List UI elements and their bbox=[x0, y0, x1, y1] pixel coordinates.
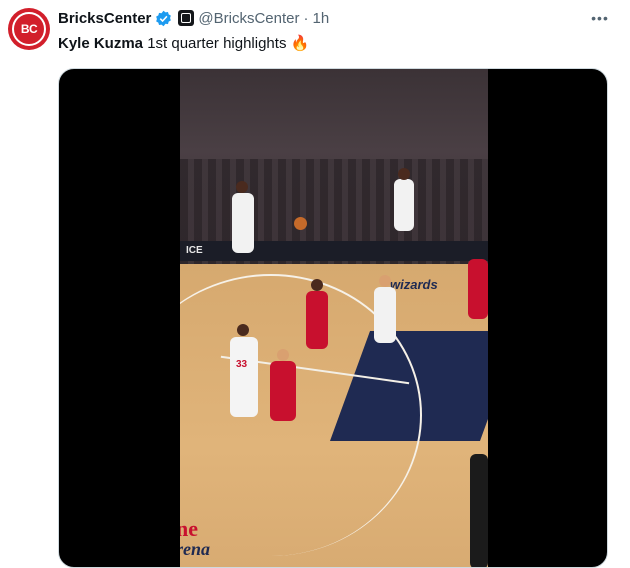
more-horizontal-icon[interactable]: ••• bbox=[588, 6, 612, 30]
referee bbox=[470, 454, 488, 567]
arena-brand-line2: rena bbox=[180, 539, 211, 559]
timestamp[interactable]: 1h bbox=[312, 10, 329, 27]
tweet-text: Kyle Kuzma 1st quarter highlights 🔥 bbox=[58, 34, 309, 52]
tweet-header: BricksCenter @BricksCenter · 1h bbox=[58, 8, 329, 28]
player-head bbox=[379, 275, 391, 287]
player-head bbox=[311, 279, 323, 291]
verified-badge-icon bbox=[156, 10, 172, 26]
ad-board bbox=[180, 241, 488, 261]
video-player[interactable]: ICE wizards ne rena 33 bbox=[58, 68, 608, 568]
player-white-mid bbox=[374, 287, 396, 343]
player-red-defender bbox=[270, 361, 296, 421]
fire-emoji: 🔥 bbox=[290, 35, 310, 52]
affiliation-badge-icon[interactable] bbox=[178, 10, 195, 26]
tweet-text-body: 1st quarter highlights bbox=[143, 35, 291, 52]
tweet-text-subject: Kyle Kuzma bbox=[58, 35, 144, 52]
player-red-mid bbox=[306, 291, 328, 349]
tweet[interactable]: BC BricksCenter @BricksCenter · 1h ••• K… bbox=[0, 0, 630, 568]
player-head bbox=[277, 349, 289, 361]
court-logo-text: wizards bbox=[390, 277, 438, 292]
avatar-ring: BC bbox=[12, 12, 46, 46]
basketball bbox=[294, 217, 307, 230]
author-handle[interactable]: @BricksCenter bbox=[198, 10, 299, 27]
jersey-number: 33 bbox=[236, 359, 248, 370]
player-head bbox=[398, 168, 410, 180]
ad-board-text: ICE bbox=[186, 245, 203, 256]
avatar-logo-text: BC bbox=[20, 22, 38, 36]
player-shooter bbox=[232, 193, 254, 253]
author-name[interactable]: BricksCenter bbox=[58, 10, 151, 27]
player-33 bbox=[230, 337, 258, 417]
player-white-far bbox=[394, 179, 414, 231]
player-head bbox=[237, 324, 249, 336]
avatar[interactable]: BC bbox=[8, 8, 50, 50]
player-head bbox=[236, 181, 248, 193]
separator-dot: · bbox=[303, 9, 309, 27]
player-red-right bbox=[468, 259, 488, 319]
video-frame[interactable]: ICE wizards ne rena 33 bbox=[180, 69, 488, 567]
